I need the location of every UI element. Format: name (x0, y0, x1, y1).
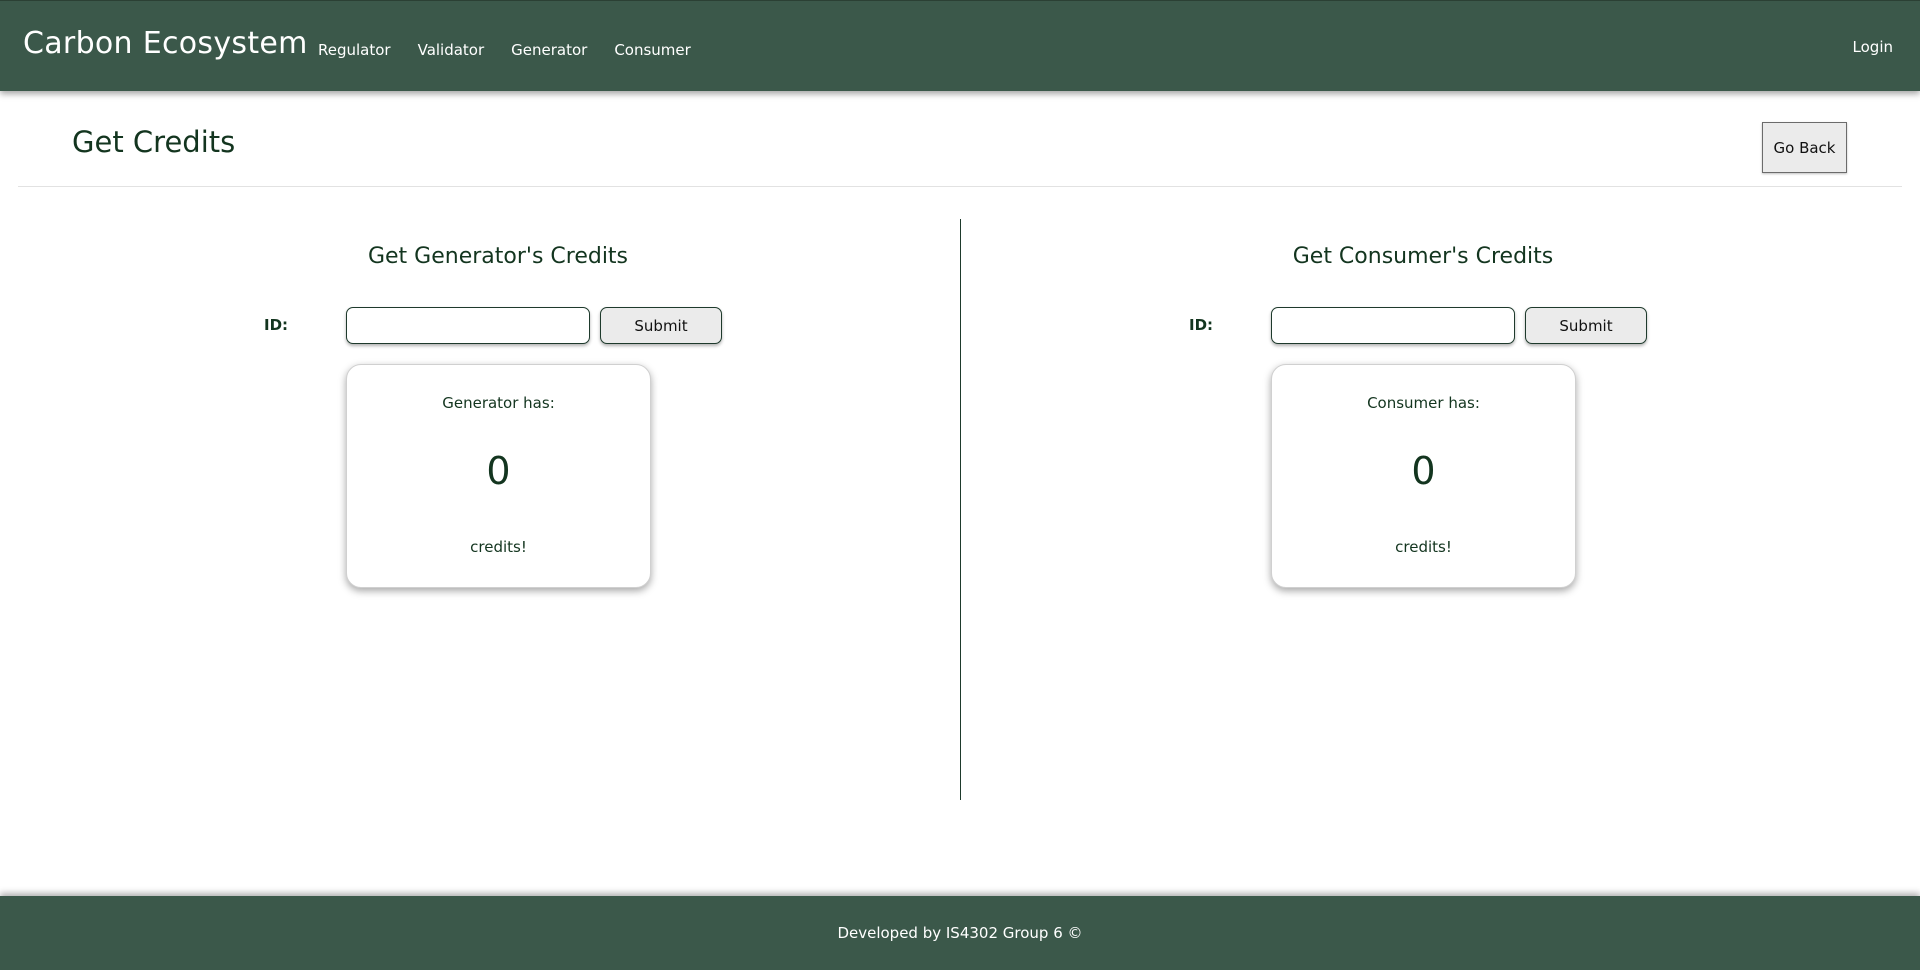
generator-credits-card: Generator has: 0 credits! (346, 364, 651, 588)
generator-card-suffix: credits! (470, 538, 527, 556)
consumer-credits-panel: Get Consumer's Credits ID: Submit Consum… (943, 219, 1903, 800)
go-back-button[interactable]: Go Back (1762, 122, 1847, 173)
nav-links: Regulator Validator Generator Consumer (318, 41, 718, 59)
generator-card-label: Generator has: (442, 394, 555, 412)
generator-id-label: ID: (264, 316, 289, 334)
page-title: Get Credits (72, 125, 236, 159)
consumer-credits-card: Consumer has: 0 credits! (1271, 364, 1576, 588)
consumer-credits-value: 0 (1411, 449, 1436, 493)
page-header: Get Credits Go Back (18, 92, 1902, 187)
consumer-card-suffix: credits! (1395, 538, 1452, 556)
nav-link-validator[interactable]: Validator (418, 41, 485, 59)
consumer-card-label: Consumer has: (1367, 394, 1480, 412)
nav-link-consumer[interactable]: Consumer (614, 41, 691, 59)
consumer-id-input[interactable] (1271, 307, 1515, 344)
generator-submit-button[interactable]: Submit (600, 307, 722, 344)
generator-credits-panel: Get Generator's Credits ID: Submit Gener… (18, 219, 978, 800)
login-link[interactable]: Login (1853, 38, 1893, 56)
top-navbar: Carbon Ecosystem Regulator Validator Gen… (0, 0, 1920, 91)
page-footer: Developed by IS4302 Group 6 © (0, 896, 1920, 970)
generator-panel-title: Get Generator's Credits (367, 244, 629, 269)
footer-text: Developed by IS4302 Group 6 © (837, 924, 1083, 942)
consumer-id-label: ID: (1189, 316, 1214, 334)
generator-id-input[interactable] (346, 307, 590, 344)
nav-link-regulator[interactable]: Regulator (318, 41, 391, 59)
brand-logo-text[interactable]: Carbon Ecosystem (23, 26, 308, 61)
nav-link-generator[interactable]: Generator (511, 41, 587, 59)
generator-credits-value: 0 (486, 449, 511, 493)
consumer-panel-title: Get Consumer's Credits (1292, 244, 1554, 269)
consumer-submit-button[interactable]: Submit (1525, 307, 1647, 344)
